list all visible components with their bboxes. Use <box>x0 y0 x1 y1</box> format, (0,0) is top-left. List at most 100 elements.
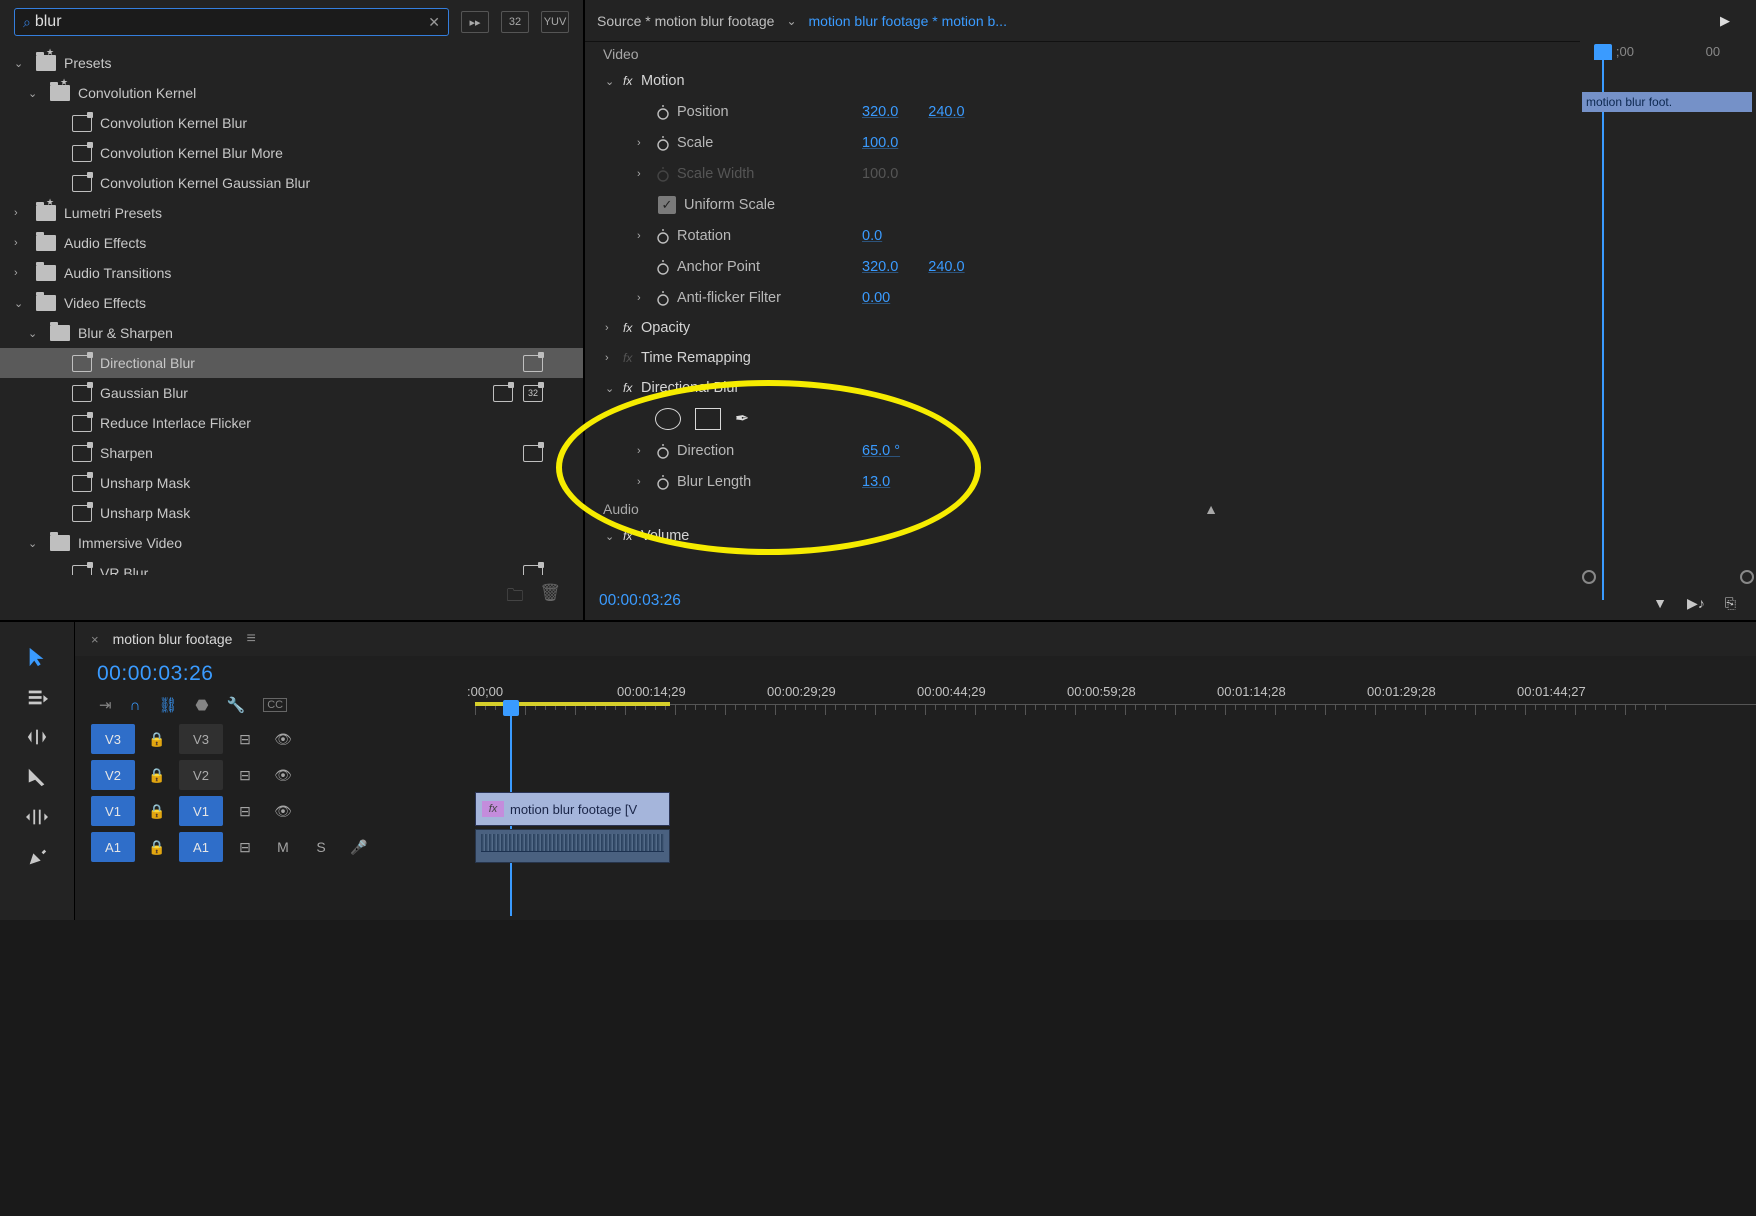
chevron-down-icon[interactable]: ⌄ <box>786 14 796 28</box>
search-box[interactable]: ⌕ ✕ <box>14 8 449 36</box>
ellipse-mask-icon[interactable] <box>655 408 681 430</box>
track-target[interactable]: A1 <box>91 832 135 862</box>
tree-item[interactable]: ›Audio Transitions <box>0 258 583 288</box>
slip-tool-icon[interactable] <box>22 804 52 830</box>
delete-icon[interactable]: 🗑 <box>539 583 561 612</box>
linked-selection-icon[interactable]: ⛓ <box>158 696 177 714</box>
fx-badge-icon: fx <box>482 801 504 817</box>
preset-icon <box>72 445 92 462</box>
tree-item[interactable]: ⌄Blur & Sharpen <box>0 318 583 348</box>
lock-icon[interactable]: 🔒 <box>141 724 173 754</box>
lock-icon[interactable]: 🔒 <box>141 760 173 790</box>
sync-lock[interactable]: V3 <box>179 724 223 754</box>
stopwatch-icon[interactable] <box>655 290 671 306</box>
filter-icon[interactable]: ▼ <box>1653 595 1667 612</box>
tree-item[interactable]: ›Audio Effects <box>0 228 583 258</box>
tree-item[interactable]: ›Lumetri Presets <box>0 198 583 228</box>
tree-item[interactable]: Convolution Kernel Blur More <box>0 138 583 168</box>
sequence-tab[interactable]: × motion blur footage ≡ <box>75 622 1756 656</box>
mini-timeline: ;00 00 motion blur foot. <box>1580 40 1756 590</box>
tree-item[interactable]: Unsharp Mask <box>0 468 583 498</box>
sync-lock[interactable]: A1 <box>179 832 223 862</box>
tree-item[interactable]: Gaussian Blur32 <box>0 378 583 408</box>
tree-item-label: Presets <box>64 55 111 71</box>
insert-mode-icon[interactable]: ⇥ <box>99 696 112 714</box>
panel-menu-icon[interactable]: ≡ <box>246 630 255 648</box>
stopwatch-icon[interactable] <box>655 443 671 459</box>
folder-icon <box>36 295 56 311</box>
yuv-icon[interactable]: YUV <box>541 11 569 33</box>
tree-item[interactable]: Convolution Kernel Gaussian Blur <box>0 168 583 198</box>
captions-icon[interactable]: CC <box>263 698 287 712</box>
visibility-icon[interactable]: 👁 <box>267 760 299 790</box>
stopwatch-icon[interactable] <box>655 259 671 275</box>
sync-lock[interactable]: V2 <box>179 760 223 790</box>
solo-icon[interactable]: S <box>305 832 337 862</box>
audio-section-label: Audio <box>603 501 639 517</box>
marker-icon[interactable]: ⬣ <box>195 696 208 714</box>
32bit-icon[interactable]: 32 <box>501 11 529 33</box>
lock-icon[interactable]: 🔒 <box>141 796 173 826</box>
hw-accelerated-badge-icon <box>493 385 513 402</box>
clear-search-icon[interactable]: ✕ <box>428 14 440 31</box>
close-icon[interactable]: × <box>91 632 99 647</box>
pen-mask-icon[interactable]: ✒ <box>735 409 749 429</box>
checkbox-checked-icon[interactable]: ✓ <box>658 196 676 214</box>
timeline-timecode[interactable]: 00:00:03:26 <box>97 656 475 696</box>
stopwatch-icon[interactable] <box>655 135 671 151</box>
track-output-icon[interactable]: ⊟ <box>229 724 261 754</box>
stopwatch-icon[interactable] <box>655 474 671 490</box>
fx-accelerated-icon[interactable]: ▸▸ <box>461 11 489 33</box>
ruler-label: 00:00:29;29 <box>767 684 917 699</box>
export-icon[interactable]: ⎘ <box>1725 595 1736 612</box>
settings-icon[interactable]: 🔧 <box>227 696 246 714</box>
new-bin-icon[interactable]: 🗀 <box>506 583 523 612</box>
audio-clip[interactable] <box>475 829 670 863</box>
tree-item[interactable]: Reduce Interlace Flicker <box>0 408 583 438</box>
stopwatch-icon[interactable] <box>655 104 671 120</box>
track-target[interactable]: V3 <box>91 724 135 754</box>
razor-tool-icon[interactable] <box>22 764 52 790</box>
tree-item[interactable]: Unsharp Mask <box>0 498 583 528</box>
sequence-label[interactable]: motion blur footage * motion b... <box>809 13 1007 29</box>
mute-icon[interactable]: M <box>267 832 299 862</box>
voiceover-icon[interactable]: 🎤 <box>343 832 375 862</box>
mini-scrollbar[interactable] <box>1582 570 1754 580</box>
preset-icon <box>72 355 92 372</box>
playhead-icon[interactable] <box>1594 44 1612 60</box>
track-output-icon[interactable]: ⊟ <box>229 796 261 826</box>
ripple-edit-tool-icon[interactable] <box>22 724 52 750</box>
ruler-label: 00:01:29;28 <box>1367 684 1517 699</box>
track-target[interactable]: V1 <box>91 796 135 826</box>
track-output-icon[interactable]: ⊟ <box>229 760 261 790</box>
mini-clip[interactable]: motion blur foot. <box>1582 92 1752 112</box>
search-input[interactable] <box>31 12 428 32</box>
visibility-icon[interactable]: 👁 <box>267 724 299 754</box>
selection-tool-icon[interactable] <box>22 644 52 670</box>
collapse-icon[interactable]: ▲ <box>1204 501 1218 517</box>
tree-item[interactable]: ⌄Convolution Kernel <box>0 78 583 108</box>
pen-tool-icon[interactable] <box>22 844 52 870</box>
visibility-icon[interactable]: 👁 <box>267 796 299 826</box>
tree-item[interactable]: ⌄Video Effects <box>0 288 583 318</box>
tree-item[interactable]: Directional Blur <box>0 348 583 378</box>
lock-icon[interactable]: 🔒 <box>141 832 173 862</box>
tree-item[interactable]: Sharpen <box>0 438 583 468</box>
video-clip[interactable]: fx motion blur footage [V <box>475 792 670 826</box>
play-only-icon[interactable]: ▶ <box>1720 13 1730 29</box>
snap-icon[interactable]: ∩ <box>130 697 141 714</box>
playhead[interactable] <box>503 700 519 716</box>
stopwatch-icon[interactable] <box>655 228 671 244</box>
tree-item[interactable]: ⌄Presets <box>0 48 583 78</box>
sync-lock[interactable]: V1 <box>179 796 223 826</box>
rect-mask-icon[interactable] <box>695 408 721 430</box>
tree-item[interactable]: VR Blur <box>0 558 583 575</box>
tree-item[interactable]: Convolution Kernel Blur <box>0 108 583 138</box>
track-select-tool-icon[interactable] <box>22 684 52 710</box>
track-target[interactable]: V2 <box>91 760 135 790</box>
tree-item-label: Directional Blur <box>100 355 195 371</box>
go-to-keyframe-icon[interactable]: ▶♪ <box>1687 595 1705 612</box>
stopwatch-icon <box>655 166 671 182</box>
tree-item[interactable]: ⌄Immersive Video <box>0 528 583 558</box>
track-output-icon[interactable]: ⊟ <box>229 832 261 862</box>
